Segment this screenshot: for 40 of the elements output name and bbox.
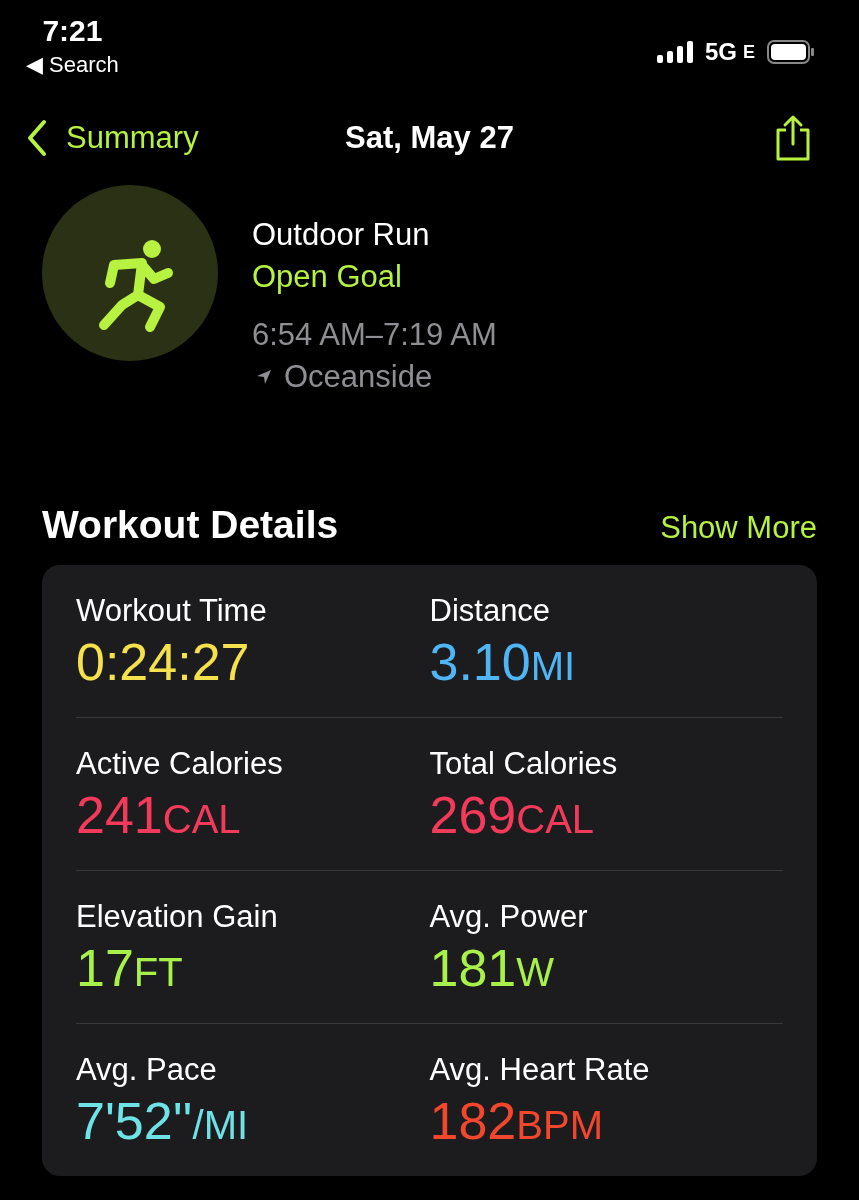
metric-unit: FT: [133, 949, 183, 996]
metric-label: Workout Time: [76, 592, 268, 630]
metric-label: Distance: [429, 592, 552, 630]
page-title: Sat, May 27: [345, 119, 514, 156]
back-button[interactable]: Summary: [26, 118, 199, 157]
section-title: Workout Details: [42, 503, 339, 547]
metric-value: 182: [429, 1091, 517, 1152]
runner-icon: [42, 185, 218, 361]
metric-label: Elevation Gain: [76, 898, 279, 936]
network-label: 5G: [704, 38, 737, 66]
metric-unit: CAL: [162, 796, 241, 843]
metric-label: Avg. Power: [429, 898, 589, 936]
metric-label: Avg. Heart Rate: [429, 1051, 651, 1089]
back-to-app-link[interactable]: ◀ Search: [26, 52, 119, 78]
metric-unit: /MI: [192, 1103, 249, 1149]
show-more-link[interactable]: Show More: [660, 510, 817, 546]
metric-value: 7'52'': [76, 1091, 193, 1152]
metric-unit: CAL: [516, 796, 595, 843]
workout-location: Oceanside: [284, 358, 433, 396]
network-suffix: E: [743, 41, 755, 63]
chevron-left-icon: [26, 118, 48, 157]
workout-type: Outdoor Run: [252, 216, 431, 254]
metric-label: Avg. Pace: [76, 1051, 218, 1089]
metric-value: 0:24:27: [76, 632, 250, 693]
metric-value: 3.10: [429, 632, 531, 693]
workout-time-range: 6:54 AM–7:19 AM: [252, 316, 497, 354]
metric-value: 241: [76, 785, 163, 846]
metric-unit: W: [516, 950, 555, 996]
battery-icon: [767, 40, 815, 64]
metric-value: 269: [429, 785, 517, 846]
workout-goal: Open Goal: [252, 258, 403, 296]
metric-unit: BPM: [516, 1102, 603, 1149]
status-time: 7:21: [42, 14, 103, 48]
metric-label: Total Calories: [429, 745, 619, 783]
metric-value: 17: [76, 938, 134, 999]
metric-unit: MI: [530, 643, 576, 690]
metric-label: Active Calories: [76, 745, 284, 783]
location-arrow-icon: [256, 369, 272, 385]
signal-icon: [656, 41, 695, 63]
metric-value: 181: [429, 938, 517, 999]
